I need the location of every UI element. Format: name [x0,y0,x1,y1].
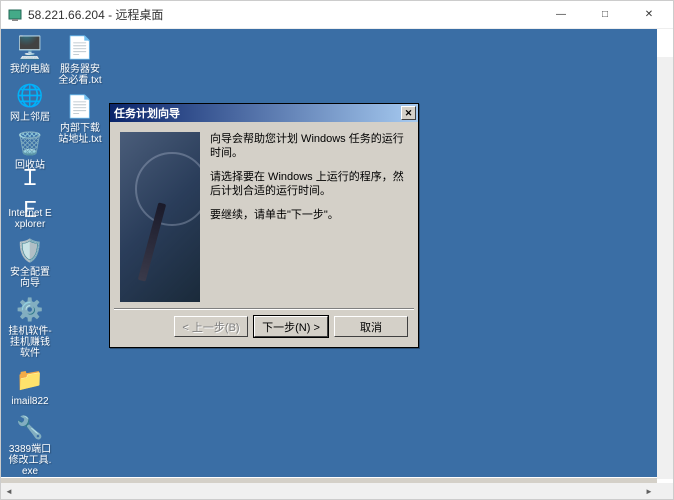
maximize-button[interactable]: □ [583,2,627,28]
dialog-close-button[interactable]: ✕ [401,106,416,120]
vertical-scrollbar[interactable] [657,57,673,479]
task-scheduler-wizard-dialog: 任务计划向导 ✕ 向导会帮助您计划 Windows 任务的运行时间。 请选择要在… [109,103,419,348]
desktop-icon-network-neighborhood[interactable]: 🌐网上邻居 [7,81,53,123]
download-site-txt-icon: 📄 [65,92,95,122]
security-config-wizard-icon: 🛡️ [15,236,45,266]
minimize-button[interactable]: — [539,2,583,28]
icon-label: Internet Explorer [7,208,53,230]
my-computer-icon: 🖥️ [15,33,45,63]
horizontal-scrollbar[interactable]: ◄ ► [1,483,673,499]
next-button[interactable]: 下一步(N) > [254,316,328,337]
icon-label: 网上邻居 [10,112,50,123]
remote-desktop[interactable]: 🖥️我的电脑🌐网上邻居🗑️回收站ＩＥInternet Explorer🛡️安全配… [1,29,657,483]
rdp-titlebar: 58.221.66.204 - 远程桌面 — □ ✕ [1,1,673,29]
desktop-icon-download-site-txt[interactable]: 📄内部下载站地址.txt [57,92,103,145]
network-neighborhood-icon: 🌐 [15,81,45,111]
desktop-icons-col2: 📄服务器安全必看.txt📄内部下载站地址.txt [57,33,103,145]
icon-label: imail822 [11,396,48,407]
desktop-icon-port-modifier[interactable]: 🔧3389端口修改工具.exe [7,413,53,477]
wizard-text: 向导会帮助您计划 Windows 任务的运行时间。 请选择要在 Windows … [210,132,408,302]
dialog-title-text: 任务计划向导 [114,105,401,121]
desktop-icon-my-computer[interactable]: 🖥️我的电脑 [7,33,53,75]
scroll-corner [657,483,673,499]
rdp-title: 58.221.66.204 - 远程桌面 [28,6,539,23]
desktop-icon-server-security-txt[interactable]: 📄服务器安全必看.txt [57,33,103,86]
dialog-titlebar[interactable]: 任务计划向导 ✕ [110,104,418,122]
wizard-image [120,132,200,302]
server-security-txt-icon: 📄 [65,33,95,63]
icon-label: 3389端口修改工具.exe [7,444,53,477]
window-controls: — □ ✕ [539,2,671,28]
desktop-icon-internet-explorer[interactable]: ＩＥInternet Explorer [7,177,53,230]
desktop-icons-col1: 🖥️我的电脑🌐网上邻居🗑️回收站ＩＥInternet Explorer🛡️安全配… [7,33,53,483]
icon-label: 挂机软件-挂机赚钱软件 [7,326,53,359]
wizard-text-1: 向导会帮助您计划 Windows 任务的运行时间。 [210,132,408,160]
dialog-buttons: < 上一步(B) 下一步(N) > 取消 [110,310,418,347]
desktop-icon-hangup-software[interactable]: ⚙️挂机软件-挂机赚钱软件 [7,295,53,359]
rdp-icon [7,7,23,23]
icon-label: 内部下载站地址.txt [57,123,103,145]
recycle-bin-icon: 🗑️ [15,129,45,159]
hangup-software-icon: ⚙️ [15,295,45,325]
icon-label: 服务器安全必看.txt [57,64,103,86]
rdp-window: 58.221.66.204 - 远程桌面 — □ ✕ 🖥️我的电脑 🌐网上邻居 🗑️… [0,0,674,500]
imail-folder-icon: 📁 [15,365,45,395]
desktop-icon-security-config-wizard[interactable]: 🛡️安全配置向导 [7,236,53,289]
icon-label: 安全配置向导 [7,267,53,289]
wizard-text-3: 要继续，请单击"下一步"。 [210,208,408,222]
port-modifier-icon: 🔧 [15,413,45,443]
cancel-button[interactable]: 取消 [334,316,408,337]
dialog-body: 向导会帮助您计划 Windows 任务的运行时间。 请选择要在 Windows … [110,122,418,308]
close-button[interactable]: ✕ [627,2,671,28]
icon-label: 我的电脑 [10,64,50,75]
scroll-right-button[interactable]: ► [641,483,657,499]
desktop-icon-imail-folder[interactable]: 📁imail822 [7,365,53,407]
wizard-text-2: 请选择要在 Windows 上运行的程序，然后计划合适的运行时间。 [210,170,408,198]
back-button: < 上一步(B) [174,316,248,337]
internet-explorer-icon: ＩＥ [15,177,45,207]
scroll-left-button[interactable]: ◄ [1,483,17,499]
